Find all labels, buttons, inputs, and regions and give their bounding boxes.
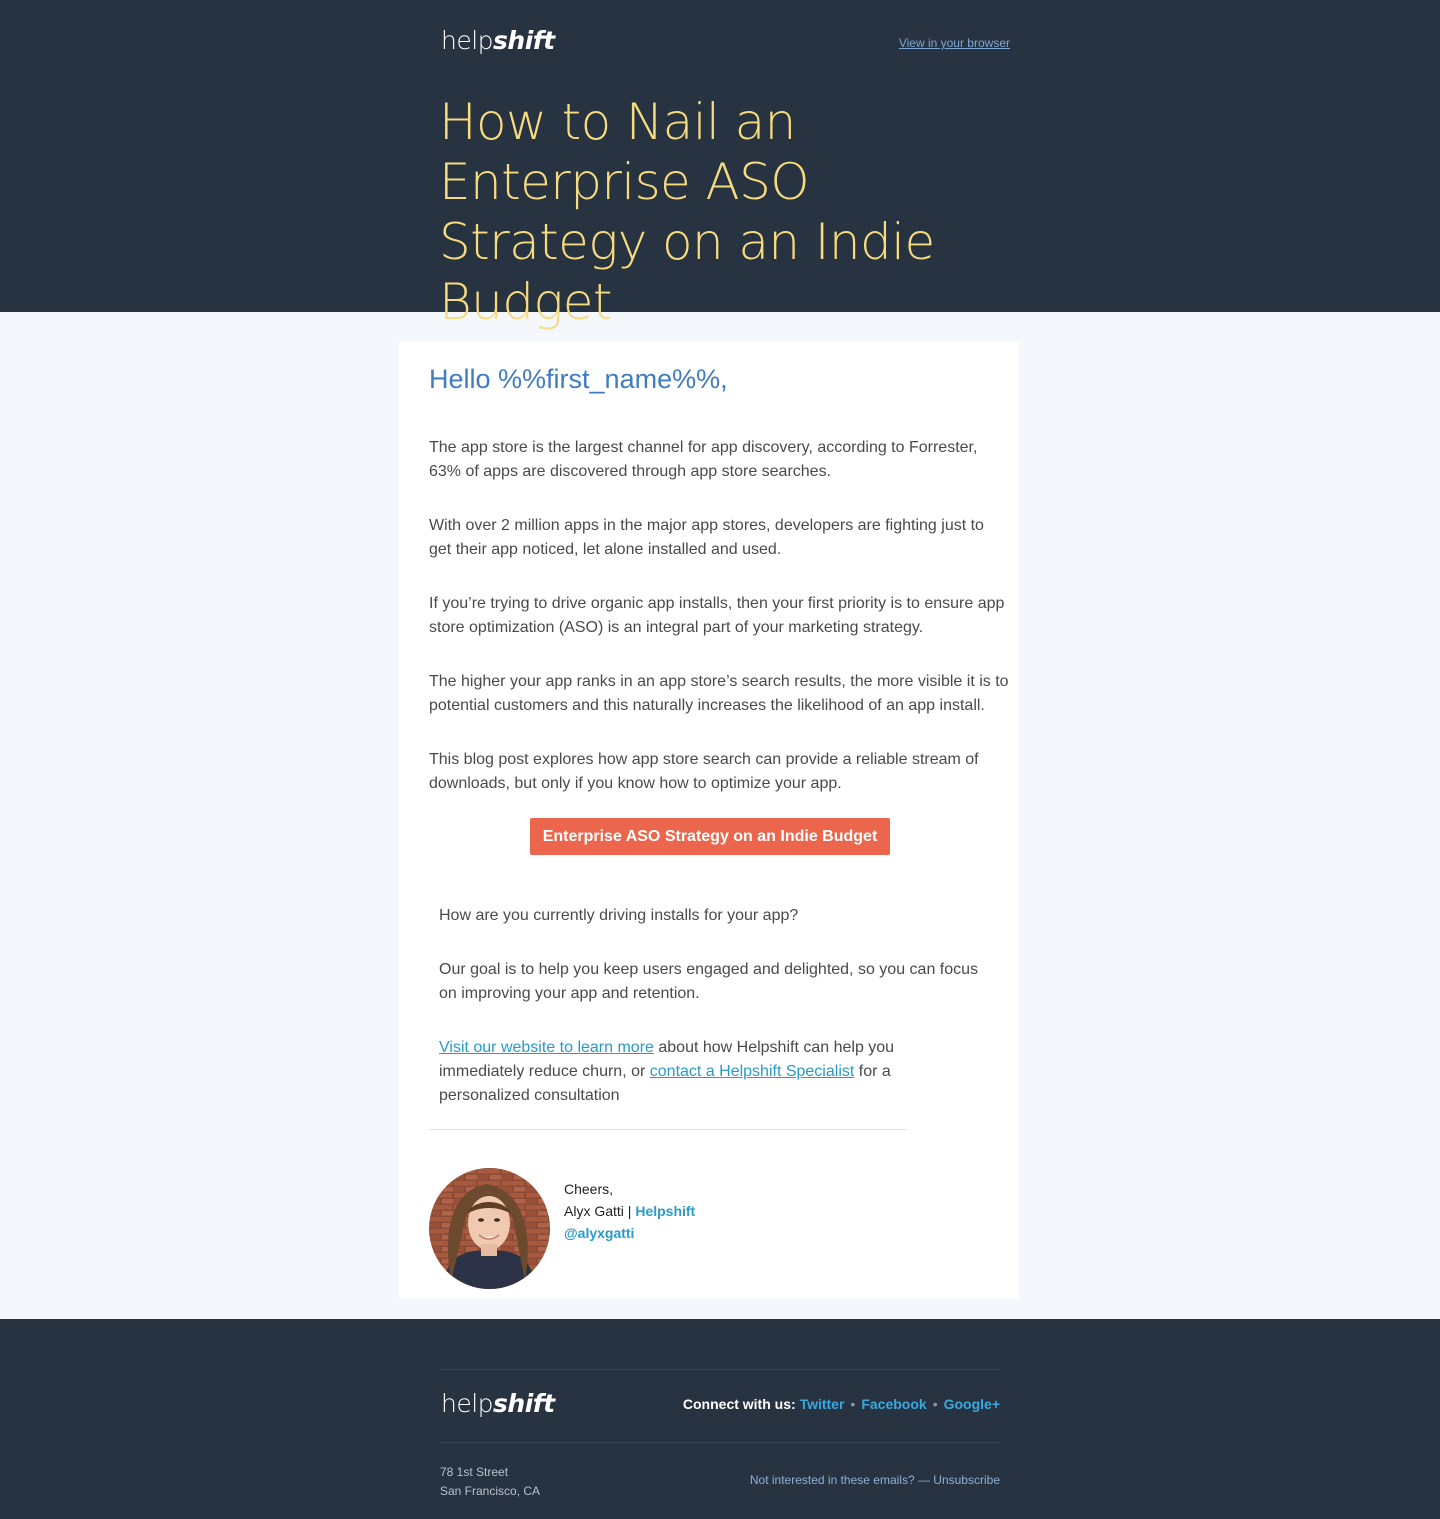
footer-helpshift-logo[interactable]: helpshift xyxy=(441,1389,555,1418)
paragraph: With over 2 million apps in the major ap… xyxy=(429,517,984,558)
paragraph: This blog post explores how app store se… xyxy=(429,751,979,792)
greeting: Hello %%first_name%%, xyxy=(429,364,728,394)
twitter-link[interactable]: Twitter xyxy=(800,1396,845,1412)
email-footer: helpshift Connect with us: Twitter • Faceb… xyxy=(0,1319,1440,1519)
separator-dot: • xyxy=(932,1396,938,1412)
author-name: Alyx Gatti xyxy=(564,1203,624,1219)
read-blog-post-button[interactable]: Enterprise ASO Strategy on an Indie Budg… xyxy=(530,818,890,855)
facebook-link[interactable]: Facebook xyxy=(861,1396,926,1412)
paragraph: The app store is the largest channel for… xyxy=(429,439,978,480)
separator-dot: • xyxy=(850,1396,856,1412)
sign-off: Cheers, xyxy=(564,1181,614,1197)
helpshift-logo[interactable]: helpshift xyxy=(441,26,555,55)
footer-divider-top xyxy=(440,1369,1000,1370)
twitter-handle-link[interactable]: @alyxgatti xyxy=(564,1225,634,1241)
social-links: Connect with us: Twitter • Facebook • Google… xyxy=(683,1396,1000,1412)
paragraph: If you’re trying to drive organic app in… xyxy=(429,595,1005,636)
contact-specialist-link[interactable]: contact a Helpshift Specialist xyxy=(650,1063,855,1080)
divider xyxy=(429,1129,907,1130)
question-text: How are you currently driving installs f… xyxy=(439,907,799,924)
signature: Cheers, Alyx Gatti | Helpshift @alyxgatt… xyxy=(564,1178,695,1244)
view-in-browser-link[interactable]: View in your browser xyxy=(899,36,1010,50)
author-line: Alyx Gatti | Helpshift xyxy=(564,1203,696,1219)
mailing-address: 78 1st Street San Francisco, CA xyxy=(440,1465,541,1498)
unsubscribe-link[interactable]: Not interested in these emails? — Unsubs… xyxy=(750,1473,1000,1487)
footer-divider-bottom xyxy=(440,1442,1000,1443)
email-headline: How to Nail an Enterprise ASO Strategy o… xyxy=(439,93,935,331)
goal-text: Our goal is to help you keep users engag… xyxy=(439,961,979,1002)
google-plus-link[interactable]: Google+ xyxy=(944,1396,1000,1412)
learn-more-paragraph: Visit our website to learn more about ho… xyxy=(439,1039,895,1104)
company-link[interactable]: Helpshift xyxy=(635,1203,695,1219)
email-header: helpshift View in your browser How to Na… xyxy=(0,0,1440,331)
connect-label: Connect with us: xyxy=(682,1396,796,1412)
avatar xyxy=(429,1168,550,1289)
paragraph: The higher your app ranks in an app stor… xyxy=(429,673,1009,714)
email-body-card: Hello %%first_name%%, The app store is t… xyxy=(399,342,1019,1299)
visit-website-link[interactable]: Visit our website to learn more xyxy=(439,1039,654,1056)
